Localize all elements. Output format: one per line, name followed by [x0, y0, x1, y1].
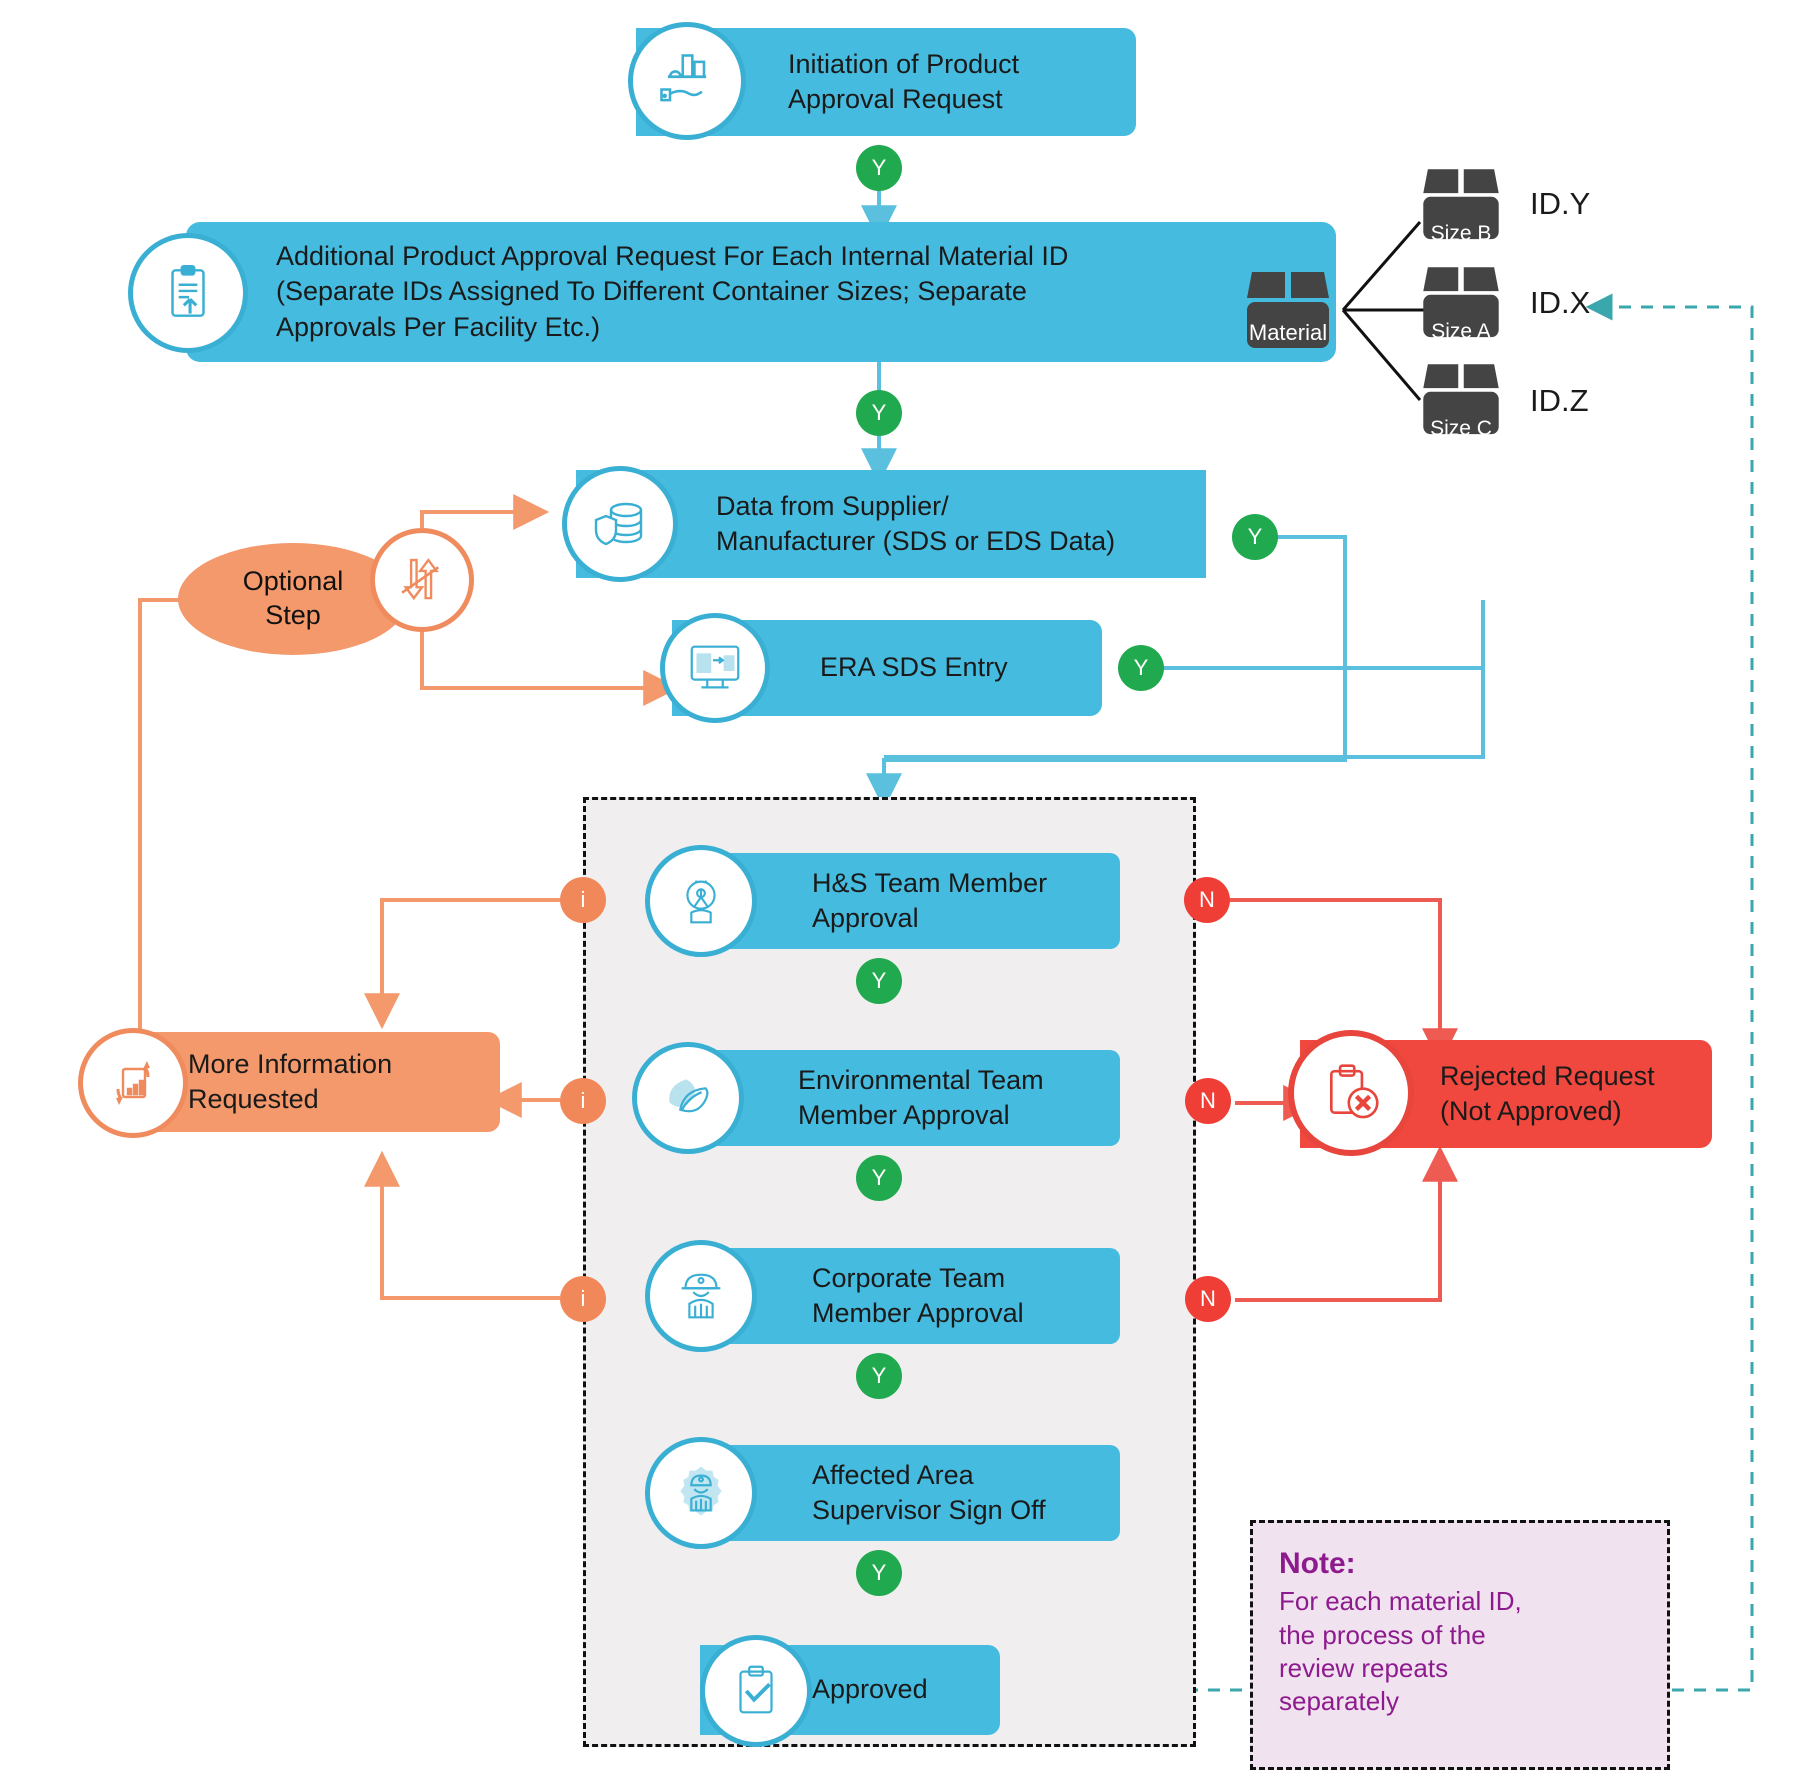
- computer-entry-icon: [660, 613, 770, 723]
- badge-no-env: N: [1185, 1078, 1231, 1124]
- clipboard-x-icon: [1288, 1030, 1414, 1156]
- badge-label: Y: [871, 968, 887, 993]
- leaf-icon: [632, 1042, 744, 1154]
- badge-yes-supervisor: Y: [856, 1550, 902, 1596]
- node-initiation-label: Initiation of Product Approval Request: [788, 48, 1020, 114]
- badge-yes-hs: Y: [856, 958, 902, 1004]
- flowchart-canvas: Initiation of Product Approval Request Y…: [0, 0, 1798, 1792]
- package-size-a-label: Size A: [1431, 320, 1491, 343]
- badge-label: i: [580, 1088, 586, 1113]
- badge-label: Y: [871, 1560, 887, 1585]
- note-heading: Note:: [1279, 1547, 1356, 1580]
- material-id-x-label: ID.X: [1530, 285, 1591, 320]
- biohazard-worker-icon: [645, 845, 757, 957]
- node-hs-approval-label: H&S Team Member Approval: [812, 867, 1048, 933]
- node-env-approval-label: Environmental Team Member Approval: [798, 1064, 1044, 1130]
- package-size-c-icon: Size C: [1415, 355, 1507, 447]
- clipboard-check-icon: [700, 1635, 812, 1747]
- node-additional-request-bar[interactable]: Additional Product Approval Request For …: [186, 222, 1336, 362]
- package-size-b-label: Size B: [1430, 222, 1492, 245]
- node-corp-approval-bar[interactable]: Corporate Team Member Approval: [700, 1248, 1120, 1344]
- node-approved-label: Approved: [812, 1674, 928, 1705]
- node-supervisor-signoff-label: Affected Area Supervisor Sign Off: [812, 1459, 1046, 1525]
- badge-yes-initiation: Y: [856, 145, 902, 191]
- node-corp-approval-label: Corporate Team Member Approval: [812, 1262, 1024, 1328]
- package-size-b-icon: Size B: [1415, 160, 1507, 252]
- material-box-label: Material: [1248, 320, 1328, 345]
- badge-label: Y: [1247, 524, 1263, 549]
- badge-info-hs: i: [560, 877, 606, 923]
- material-id-z-label: ID.Z: [1530, 383, 1589, 418]
- badge-yes-env: Y: [856, 1155, 902, 1201]
- badge-label: Y: [871, 155, 887, 180]
- node-hs-approval-bar[interactable]: H&S Team Member Approval: [700, 853, 1120, 949]
- badge-label: i: [580, 887, 586, 912]
- badge-info-env: i: [560, 1078, 606, 1124]
- badge-yes-corp: Y: [856, 1353, 902, 1399]
- note-box: Note: For each material ID, the process …: [1250, 1520, 1670, 1770]
- node-env-approval-bar[interactable]: Environmental Team Member Approval: [690, 1050, 1120, 1146]
- badge-label: Y: [871, 400, 887, 425]
- document-refresh-icon: [78, 1028, 188, 1138]
- badge-yes-supplier-data: Y: [1232, 514, 1278, 560]
- badge-info-corp: i: [560, 1276, 606, 1322]
- badge-no-hs: N: [1184, 877, 1230, 923]
- badge-label: Y: [1133, 655, 1149, 680]
- package-size-a-icon: Size A: [1415, 258, 1507, 350]
- factory-hand-icon: [628, 22, 746, 140]
- gear-worker-icon: [645, 1437, 757, 1549]
- database-shield-icon: [562, 466, 678, 582]
- node-more-info-label: More Information Requested: [188, 1048, 393, 1114]
- badge-yes-era-sds: Y: [1118, 645, 1164, 691]
- package-size-c-label: Size C: [1430, 417, 1492, 440]
- node-supplier-data-label: Data from Supplier/ Manufacturer (SDS or…: [716, 490, 1116, 556]
- badge-label: N: [1199, 887, 1215, 912]
- note-body: For each material ID, the process of the…: [1279, 1586, 1522, 1717]
- node-additional-request-label: Additional Product Approval Request For …: [276, 241, 1069, 342]
- up-down-arrows-icon: [370, 528, 474, 632]
- document-upload-icon: [128, 233, 248, 353]
- badge-label: Y: [871, 1165, 887, 1190]
- node-era-sds-entry-label: ERA SDS Entry: [820, 652, 1008, 683]
- badge-label: i: [580, 1286, 586, 1311]
- node-rejected-label: Rejected Request (Not Approved): [1440, 1060, 1655, 1126]
- badge-no-corp: N: [1185, 1276, 1231, 1322]
- material-package-icon: Material: [1238, 258, 1338, 358]
- badge-label: N: [1200, 1286, 1216, 1311]
- material-id-y-label: ID.Y: [1530, 186, 1591, 221]
- badge-yes-additional: Y: [856, 390, 902, 436]
- optional-step-label: Optional Step: [242, 566, 344, 630]
- hardhat-worker-icon: [645, 1240, 757, 1352]
- badge-label: Y: [871, 1363, 887, 1388]
- badge-label: N: [1200, 1088, 1216, 1113]
- node-supervisor-signoff-bar[interactable]: Affected Area Supervisor Sign Off: [700, 1445, 1120, 1541]
